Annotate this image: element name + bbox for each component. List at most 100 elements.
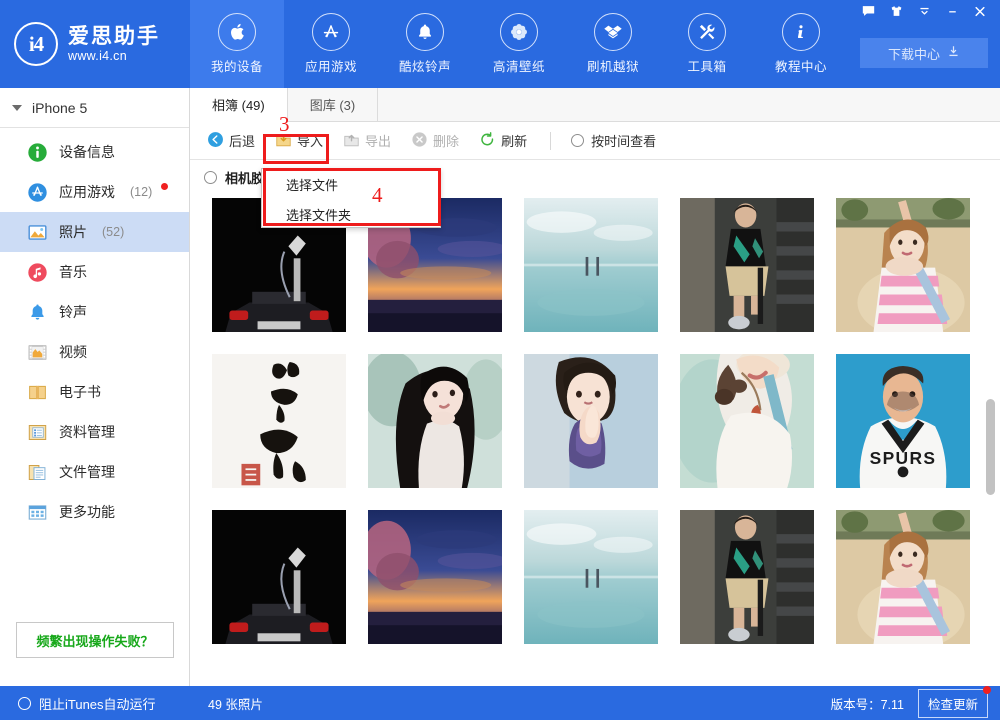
nav-item-apps-games[interactable]: 应用游戏 — [284, 0, 378, 88]
export-icon — [343, 131, 360, 151]
photos-icon — [26, 221, 48, 243]
download-center-button[interactable]: 下载中心 — [860, 38, 988, 68]
sidebar-item-ringtone[interactable]: 铃声 — [0, 292, 189, 332]
sidebar-item-data-manage[interactable]: 资料管理 — [0, 412, 189, 452]
radio-ring-icon — [18, 697, 31, 710]
info-icon — [782, 13, 820, 51]
nav-item-wallpapers[interactable]: 高清壁纸 — [472, 0, 566, 88]
back-button[interactable]: 后退 — [198, 127, 264, 155]
video-icon — [26, 341, 48, 363]
refresh-button[interactable]: 刷新 — [470, 127, 536, 155]
minimize-icon[interactable] — [938, 0, 966, 22]
tab-albums[interactable]: 相簿 (49) — [190, 88, 288, 122]
check-update-label: 检查更新 — [928, 698, 978, 712]
notification-badge — [161, 183, 168, 190]
sidebar-item-label: 照片 — [59, 222, 87, 242]
app-header: i4 爱思助手 www.i4.cn 我的设备 — [0, 0, 1000, 88]
nav-label: 工具箱 — [687, 56, 726, 75]
sidebar-menu: 设备信息 应用游戏 (12) — [0, 128, 189, 532]
nav-item-tutorials[interactable]: 教程中心 — [754, 0, 848, 88]
brand-name: 爱思助手 — [68, 24, 160, 49]
nav-item-ringtones[interactable]: 酷炫铃声 — [378, 0, 472, 88]
menu-item-select-folder[interactable]: 选择文件夹 — [262, 199, 440, 229]
photo-woman-beach-pink[interactable] — [836, 198, 970, 332]
menu-item-label: 选择文件 — [286, 175, 338, 194]
photo-woman-white-hat[interactable] — [680, 354, 814, 488]
nav-item-toolbox[interactable]: 工具箱 — [660, 0, 754, 88]
sidebar-item-photos[interactable]: 照片 (52) — [0, 212, 189, 252]
tab-label: 图库 (3) — [310, 95, 356, 114]
skin-icon[interactable] — [882, 0, 910, 22]
sidebar-item-more-features[interactable]: 更多功能 — [0, 492, 189, 532]
itunes-block-toggle[interactable]: 阻止iTunes自动运行 — [0, 686, 190, 720]
data-manage-icon — [26, 421, 48, 443]
nav-label: 我的设备 — [211, 56, 263, 75]
brand-url: www.i4.cn — [68, 49, 160, 64]
nav-label: 教程中心 — [775, 56, 827, 75]
nav-item-my-device[interactable]: 我的设备 — [190, 0, 284, 88]
photo-calligraphy[interactable] — [212, 354, 346, 488]
check-update-button[interactable]: 检查更新 — [918, 689, 988, 718]
nav-item-flash-jailbreak[interactable]: 刷机越狱 — [566, 0, 660, 88]
i4-assistant-window: i4 爱思助手 www.i4.cn 我的设备 — [0, 0, 1000, 720]
content-toolbar: 后退 导入 导出 — [190, 122, 1000, 160]
radio-ring-icon — [571, 134, 584, 147]
dropbox-icon — [594, 13, 632, 51]
file-manage-icon — [26, 461, 48, 483]
photo-man-black-shirt-2[interactable] — [680, 510, 814, 644]
sidebar-item-label: 文件管理 — [59, 462, 115, 482]
photo-praying-woman[interactable] — [524, 354, 658, 488]
sidebar: iPhone 5 设备信息 — [0, 88, 190, 720]
sidebar-item-device-info[interactable]: 设备信息 — [0, 132, 189, 172]
itunes-block-label: 阻止iTunes自动运行 — [39, 694, 156, 713]
export-button[interactable]: 导出 — [334, 127, 400, 155]
help-button[interactable]: 频繁出现操作失败？ — [16, 622, 174, 658]
photo-spurs-player[interactable]: SPURS — [836, 354, 970, 488]
sidebar-item-music[interactable]: 音乐 — [0, 252, 189, 292]
toolbar-separator — [550, 132, 551, 150]
version-text: 版本号：7.11 — [831, 694, 904, 713]
brand-logo-text: i4 — [29, 32, 43, 57]
more-features-icon — [26, 501, 48, 523]
close-icon[interactable] — [966, 0, 994, 22]
device-selector[interactable]: iPhone 5 — [0, 88, 189, 128]
sidebar-item-video[interactable]: 视频 — [0, 332, 189, 372]
sidebar-item-file-manage[interactable]: 文件管理 — [0, 452, 189, 492]
window-controls — [854, 0, 994, 22]
sidebar-item-label: 铃声 — [59, 302, 87, 322]
photo-man-black-shirt[interactable] — [680, 198, 814, 332]
update-available-badge — [983, 686, 991, 694]
sidebar-item-count: (12) — [130, 185, 152, 199]
menu-item-select-file[interactable]: 选择文件 — [262, 169, 440, 199]
photo-black-car-night-2[interactable] — [212, 510, 346, 644]
photo-grid-scrollbar[interactable] — [986, 194, 995, 686]
sidebar-item-label: 电子书 — [59, 382, 101, 402]
photo-long-hair-woman[interactable] — [368, 354, 502, 488]
photo-woman-beach-pink-2[interactable] — [836, 510, 970, 644]
tab-gallery[interactable]: 图库 (3) — [288, 88, 379, 121]
scrollbar-thumb[interactable] — [986, 399, 995, 495]
photo-sunset-clouds-2[interactable] — [368, 510, 502, 644]
delete-button[interactable]: 删除 — [402, 127, 468, 155]
sidebar-item-ebook[interactable]: 电子书 — [0, 372, 189, 412]
help-button-label: 频繁出现操作失败？ — [36, 631, 153, 650]
sidebar-item-label: 音乐 — [59, 262, 87, 282]
photo-misty-lake[interactable] — [524, 198, 658, 332]
refresh-label: 刷新 — [501, 131, 527, 150]
delete-label: 删除 — [433, 131, 459, 150]
feedback-icon[interactable] — [854, 0, 882, 22]
chevron-down-icon — [12, 105, 22, 111]
sidebar-item-apps-games[interactable]: 应用游戏 (12) — [0, 172, 189, 212]
export-label: 导出 — [365, 131, 391, 150]
content-panel: 相簿 (49) 图库 (3) 后退 — [190, 88, 1000, 686]
refresh-icon — [479, 131, 496, 151]
photo-count-text: 49 张照片 — [208, 694, 263, 713]
import-button[interactable]: 导入 — [266, 127, 332, 155]
back-icon — [207, 131, 224, 151]
nav-label: 刷机越狱 — [587, 56, 639, 75]
view-by-time-option[interactable]: 按时间查看 — [565, 127, 662, 155]
tab-label: 相簿 (49) — [212, 95, 265, 114]
photo-misty-lake-2[interactable] — [524, 510, 658, 644]
minimize-tray-icon[interactable] — [910, 0, 938, 22]
bell-icon — [406, 13, 444, 51]
